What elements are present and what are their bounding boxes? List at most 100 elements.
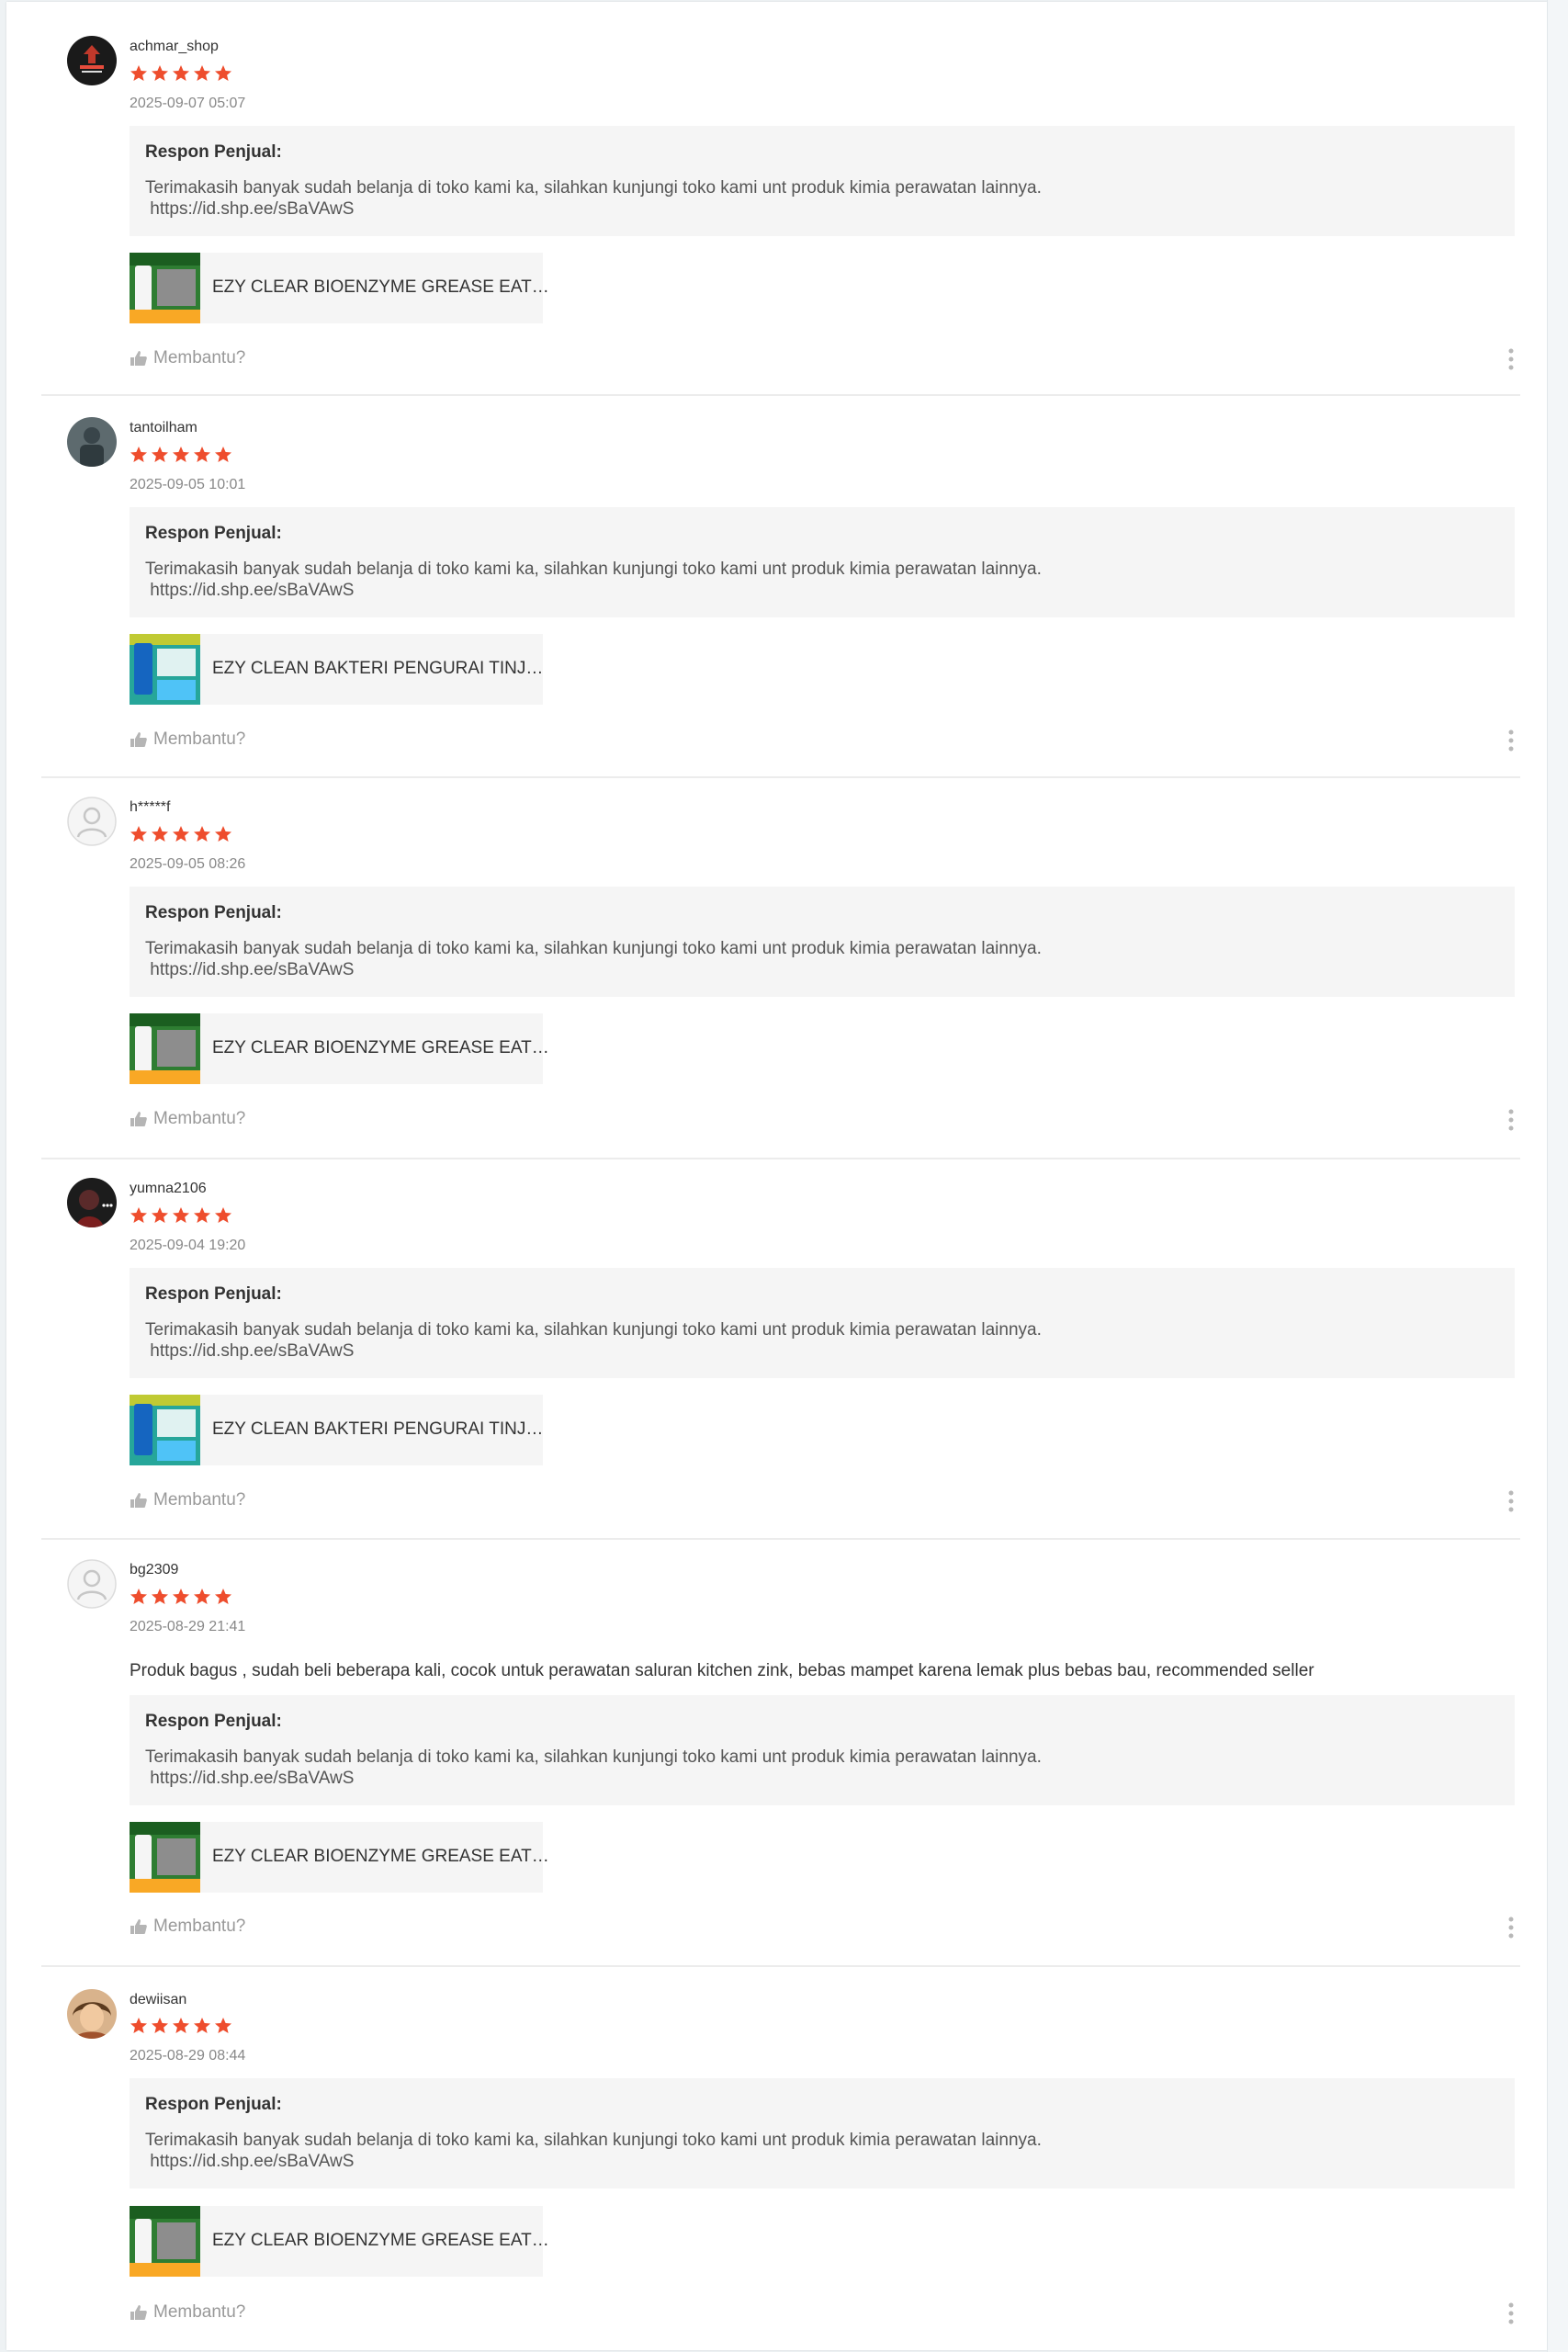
helpful-label: Membantu? (153, 1109, 246, 1128)
product-name: EZY CLEAN BAKTERI PENGURAI TINJ… (212, 1419, 544, 1439)
star-icon (172, 1588, 190, 1606)
reviews-page: achmar_shop 2025-09-07 05:07 Respon Penj… (6, 2, 1548, 2350)
response-title: Respon Penjual: (145, 1284, 282, 1304)
avatar[interactable] (67, 797, 117, 846)
product-name: EZY CLEAR BIOENZYME GREASE EAT… (212, 2231, 549, 2250)
helpful-button[interactable]: Membantu? (130, 2302, 245, 2323)
review-username[interactable]: yumna2106 (130, 1181, 207, 1197)
product-card[interactable]: EZY CLEAR BIOENZYME GREASE EAT… (130, 2206, 549, 2277)
star-icon (214, 2017, 232, 2035)
thumbs-up-icon (130, 731, 148, 748)
star-icon (193, 825, 211, 843)
star-icon (172, 2017, 190, 2035)
review-username[interactable]: tantoilham (130, 420, 197, 436)
review-comment: Produk bagus , sudah beli beberapa kali,… (130, 1661, 1314, 1680)
star-icon (193, 2017, 211, 2035)
helpful-button[interactable]: Membantu? (130, 1917, 245, 1937)
review-date: 2025-09-07 05:07 (130, 96, 246, 111)
product-thumbnail (130, 1013, 200, 1084)
product-thumbnail (130, 634, 200, 705)
rating-stars (130, 825, 232, 843)
review-date: 2025-09-05 10:01 (130, 477, 246, 492)
star-icon (151, 64, 169, 83)
avatar[interactable] (67, 1178, 117, 1227)
avatar[interactable] (67, 1559, 117, 1609)
product-thumbnail (130, 1822, 200, 1893)
product-card[interactable]: EZY CLEAN BAKTERI PENGURAI TINJ… (130, 1395, 543, 1465)
star-icon (151, 1206, 169, 1225)
rating-stars (130, 64, 232, 83)
product-card[interactable]: EZY CLEAR BIOENZYME GREASE EAT… (130, 253, 549, 323)
star-icon (214, 1206, 232, 1225)
more-options-icon[interactable] (1507, 1916, 1515, 1939)
star-icon (172, 825, 190, 843)
review-date: 2025-09-05 08:26 (130, 856, 246, 872)
helpful-label: Membantu? (153, 729, 246, 749)
star-icon (130, 1588, 148, 1606)
star-icon (214, 446, 232, 464)
star-icon (151, 2017, 169, 2035)
review-date: 2025-09-04 19:20 (130, 1238, 246, 1253)
response-title: Respon Penjual: (145, 524, 282, 543)
star-icon (130, 825, 148, 843)
response-text: Terimakasih banyak sudah belanja di toko… (145, 1320, 1042, 1361)
helpful-button[interactable]: Membantu? (130, 348, 245, 368)
star-icon (172, 64, 190, 83)
product-card[interactable]: EZY CLEAR BIOENZYME GREASE EAT… (130, 1013, 549, 1084)
review-item: tantoilham 2025-09-05 10:01 Respon Penju… (6, 383, 1548, 778)
more-options-icon[interactable] (1507, 1489, 1515, 1513)
response-text: Terimakasih banyak sudah belanja di toko… (145, 939, 1042, 979)
thumbs-up-icon (130, 1918, 148, 1935)
review-item: dewiisan 2025-08-29 08:44 Respon Penjual… (6, 1952, 1548, 2350)
avatar[interactable] (67, 1989, 117, 2039)
product-card[interactable]: EZY CLEAR BIOENZYME GREASE EAT… (130, 1822, 549, 1893)
review-date: 2025-08-29 21:41 (130, 1619, 246, 1634)
star-icon (193, 1206, 211, 1225)
review-username[interactable]: h*****f (130, 799, 170, 816)
rating-stars (130, 2017, 232, 2035)
response-text: Terimakasih banyak sudah belanja di toko… (145, 2131, 1042, 2171)
thumbs-up-icon (130, 2304, 148, 2321)
helpful-label: Membantu? (153, 348, 246, 368)
helpful-button[interactable]: Membantu? (130, 1490, 245, 1510)
product-thumbnail (130, 253, 200, 323)
response-text: Terimakasih banyak sudah belanja di toko… (145, 560, 1042, 600)
star-icon (130, 64, 148, 83)
thumbs-up-icon (130, 1111, 148, 1127)
helpful-label: Membantu? (153, 1490, 246, 1510)
star-icon (172, 446, 190, 464)
more-options-icon[interactable] (1507, 729, 1515, 752)
response-title: Respon Penjual: (145, 2095, 282, 2114)
avatar[interactable] (67, 36, 117, 85)
response-title: Respon Penjual: (145, 903, 282, 922)
product-name: EZY CLEAR BIOENZYME GREASE EAT… (212, 1847, 549, 1866)
rating-stars (130, 1206, 232, 1225)
review-date: 2025-08-29 08:44 (130, 2048, 246, 2064)
helpful-button[interactable]: Membantu? (130, 729, 245, 750)
star-icon (151, 825, 169, 843)
thumbs-up-icon (130, 350, 148, 367)
review-item: yumna2106 2025-09-04 19:20 Respon Penjua… (6, 1144, 1548, 1540)
star-icon (214, 64, 232, 83)
star-icon (193, 446, 211, 464)
product-card[interactable]: EZY CLEAN BAKTERI PENGURAI TINJ… (130, 634, 543, 705)
star-icon (214, 1588, 232, 1606)
helpful-label: Membantu? (153, 2302, 246, 2322)
more-options-icon[interactable] (1507, 1108, 1515, 1132)
star-icon (214, 825, 232, 843)
review-username[interactable]: dewiisan (130, 1992, 186, 2008)
response-text: Terimakasih banyak sudah belanja di toko… (145, 1747, 1042, 1788)
avatar[interactable] (67, 417, 117, 467)
seller-response: Respon Penjual: Terimakasih banyak sudah… (130, 1695, 1515, 1805)
more-options-icon[interactable] (1507, 347, 1515, 371)
review-item: bg2309 2025-08-29 21:41 Produk bagus , s… (6, 1525, 1548, 1967)
review-username[interactable]: achmar_shop (130, 39, 219, 55)
response-title: Respon Penjual: (145, 142, 282, 162)
page-scrollbar[interactable] (1547, 0, 1568, 2352)
helpful-button[interactable]: Membantu? (130, 1109, 245, 1129)
review-username[interactable]: bg2309 (130, 1562, 178, 1578)
seller-response: Respon Penjual: Terimakasih banyak sudah… (130, 887, 1515, 997)
seller-response: Respon Penjual: Terimakasih banyak sudah… (130, 1268, 1515, 1378)
more-options-icon[interactable] (1507, 2301, 1515, 2325)
star-icon (130, 1206, 148, 1225)
